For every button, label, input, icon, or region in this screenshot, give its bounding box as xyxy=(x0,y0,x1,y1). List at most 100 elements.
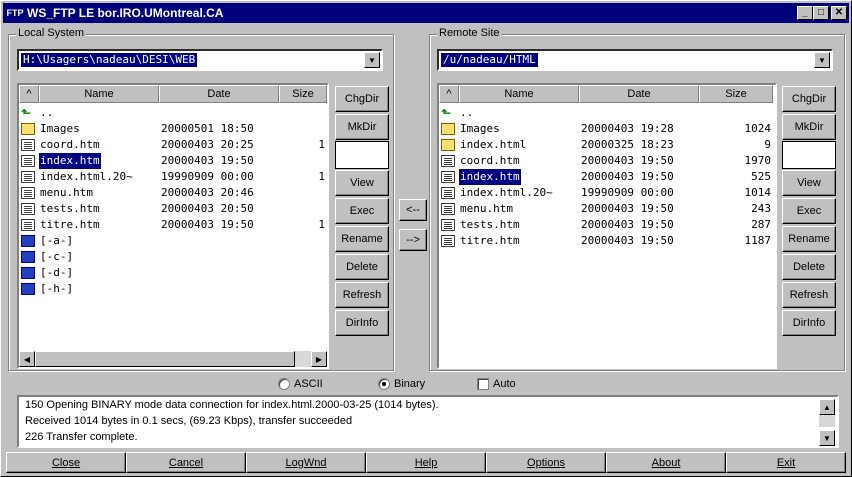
remote-file-row[interactable]: tests.htm 20000403 19:50 287 xyxy=(439,217,771,233)
local-file-row[interactable]: [-d-] xyxy=(19,265,325,281)
remote-dirinfo-button[interactable]: DirInfo xyxy=(782,310,836,336)
file-name: Images xyxy=(460,122,500,135)
remote-rename-button[interactable]: Rename xyxy=(782,226,836,252)
file-name: menu.htm xyxy=(460,202,513,215)
close-button[interactable]: Close xyxy=(6,452,126,473)
remote-name-header[interactable]: Name xyxy=(459,85,579,103)
file-icon xyxy=(441,155,455,167)
remote-file-row[interactable]: coord.htm 20000403 19:50 1970 xyxy=(439,153,771,169)
file-date: 19990909 00:00 xyxy=(161,170,254,183)
remote-size-header[interactable]: Size xyxy=(699,85,773,103)
local-dirinfo-button[interactable]: DirInfo xyxy=(335,310,389,336)
local-filter-input[interactable] xyxy=(335,141,389,169)
remote-delete-button[interactable]: Delete xyxy=(782,254,836,280)
folder-icon xyxy=(441,123,455,135)
local-view-button[interactable]: View xyxy=(335,170,389,196)
local-file-row[interactable]: titre.htm 20000403 19:50 1 xyxy=(19,217,325,233)
remote-file-row[interactable]: ⬑.. xyxy=(439,105,771,121)
local-size-header[interactable]: Size xyxy=(279,85,327,103)
file-size: 9 xyxy=(764,138,771,151)
remote-file-list[interactable]: ^ Name Date Size ⬑.. Images 20000403 19:28… xyxy=(437,83,777,369)
local-file-row[interactable]: index.htm 20000403 19:50 xyxy=(19,153,325,169)
file-icon xyxy=(441,235,455,247)
file-name: coord.htm xyxy=(460,154,520,167)
local-file-row[interactable]: tests.htm 20000403 20:50 xyxy=(19,201,325,217)
remote-file-row[interactable]: Images 20000403 19:28 1024 xyxy=(439,121,771,137)
file-size: 1970 xyxy=(744,154,772,167)
local-name-header[interactable]: Name xyxy=(39,85,159,103)
ftp-app-icon: FTP xyxy=(6,8,24,18)
scroll-left-icon[interactable]: ◀ xyxy=(19,351,35,367)
remote-filter-input[interactable] xyxy=(782,141,836,169)
remote-file-row[interactable]: index.html 20000325 18:23 9 xyxy=(439,137,771,153)
auto-label: Auto xyxy=(493,378,516,390)
remote-file-row[interactable]: menu.htm 20000403 19:50 243 xyxy=(439,201,771,217)
upload-button[interactable]: --> xyxy=(399,229,427,251)
options-button[interactable]: Options xyxy=(486,452,606,473)
local-file-row[interactable]: coord.htm 20000403 20:25 1 xyxy=(19,137,325,153)
about-button[interactable]: About xyxy=(606,452,726,473)
file-name: index.htm xyxy=(39,153,101,169)
logwnd-button[interactable]: LogWnd xyxy=(246,452,366,473)
chevron-down-icon[interactable]: ▼ xyxy=(814,52,830,68)
log-window[interactable]: 150 Opening BINARY mode data connection … xyxy=(17,395,839,448)
local-file-row[interactable]: menu.htm 20000403 20:46 xyxy=(19,185,325,201)
local-refresh-button[interactable]: Refresh xyxy=(335,282,389,308)
local-sort-header[interactable]: ^ xyxy=(19,85,39,103)
download-button[interactable]: <-- xyxy=(399,199,427,221)
log-vscrollbar[interactable] xyxy=(819,415,835,427)
remote-file-row[interactable]: index.html.20~ 19990909 00:00 1014 xyxy=(439,185,771,201)
remote-sort-header[interactable]: ^ xyxy=(439,85,459,103)
remote-view-button[interactable]: View xyxy=(782,170,836,196)
local-chgdir-button[interactable]: ChgDir xyxy=(335,86,389,112)
binary-radio[interactable] xyxy=(378,378,390,390)
file-icon xyxy=(441,203,455,215)
file-date: 20000403 20:50 xyxy=(161,202,254,215)
local-delete-button[interactable]: Delete xyxy=(335,254,389,280)
minimize-button[interactable]: _ xyxy=(797,6,813,20)
local-file-row[interactable]: [-a-] xyxy=(19,233,325,249)
auto-checkbox[interactable] xyxy=(477,378,489,390)
file-name: [-d-] xyxy=(40,266,74,279)
scroll-down-icon[interactable]: ▼ xyxy=(819,430,835,446)
close-window-button[interactable]: ✕ xyxy=(831,6,847,20)
file-name: index.htm xyxy=(459,169,521,185)
local-path-combo[interactable]: H:\Usagers\nadeau\DESI\WEB ▼ xyxy=(17,49,383,71)
cancel-button[interactable]: Cancel xyxy=(126,452,246,473)
file-date: 20000501 18:50 xyxy=(161,122,254,135)
log-line: 150 Opening BINARY mode data connection … xyxy=(25,399,439,411)
chevron-down-icon[interactable]: ▼ xyxy=(364,52,380,68)
scroll-up-icon[interactable]: ▲ xyxy=(819,399,835,415)
file-icon xyxy=(441,219,455,231)
remote-file-row[interactable]: index.htm 20000403 19:50 525 xyxy=(439,169,771,185)
local-file-row[interactable]: [-h-] xyxy=(19,281,325,297)
help-button[interactable]: Help xyxy=(366,452,486,473)
local-mkdir-button[interactable]: MkDir xyxy=(335,114,389,140)
ascii-radio[interactable] xyxy=(278,378,290,390)
local-file-list[interactable]: ^ Name Date Size ◀ ▶ ⬑.. Images 20000501 1… xyxy=(17,83,329,369)
local-date-header[interactable]: Date xyxy=(159,85,279,103)
remote-chgdir-button[interactable]: ChgDir xyxy=(782,86,836,112)
remote-file-row[interactable]: titre.htm 20000403 19:50 1187 xyxy=(439,233,771,249)
remote-site-label: Remote Site xyxy=(437,27,502,39)
title-bar[interactable]: FTP WS_FTP LE bor.IRO.UMontreal.CA _ □ ✕ xyxy=(3,3,849,23)
local-exec-button[interactable]: Exec xyxy=(335,198,389,224)
remote-mkdir-button[interactable]: MkDir xyxy=(782,114,836,140)
file-date: 20000403 20:25 xyxy=(161,138,254,151)
local-file-row[interactable]: ⬑.. xyxy=(19,105,325,121)
scroll-right-icon[interactable]: ▶ xyxy=(311,351,327,367)
log-line: Received 1014 bytes in 0.1 secs, (69.23 … xyxy=(25,415,353,427)
file-size: 525 xyxy=(751,170,771,183)
local-file-row[interactable]: Images 20000501 18:50 xyxy=(19,121,325,137)
local-file-row[interactable]: [-c-] xyxy=(19,249,325,265)
remote-path-combo[interactable]: /u/nadeau/HTML ▼ xyxy=(437,49,833,71)
file-date: 20000403 19:28 xyxy=(581,122,674,135)
remote-date-header[interactable]: Date xyxy=(579,85,699,103)
local-hscroll-thumb[interactable] xyxy=(35,351,295,367)
local-rename-button[interactable]: Rename xyxy=(335,226,389,252)
remote-exec-button[interactable]: Exec xyxy=(782,198,836,224)
exit-button[interactable]: Exit xyxy=(726,452,846,473)
maximize-button[interactable]: □ xyxy=(813,6,829,20)
local-file-row[interactable]: index.html.20~ 19990909 00:00 1 xyxy=(19,169,325,185)
remote-refresh-button[interactable]: Refresh xyxy=(782,282,836,308)
